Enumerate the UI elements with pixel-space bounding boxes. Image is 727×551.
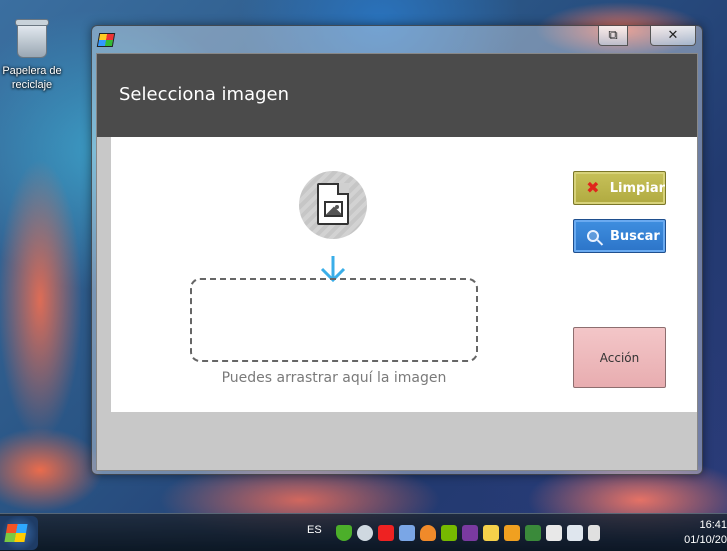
action-button[interactable]: Acción: [573, 327, 666, 388]
clock[interactable]: 16:41 01/10/20: [671, 518, 727, 548]
system-tray: [336, 525, 600, 541]
shield-icon[interactable]: [336, 525, 352, 541]
x-icon: ✖: [586, 178, 600, 197]
clear-button-label: Limpiar: [609, 180, 665, 196]
flame-icon[interactable]: [420, 525, 436, 541]
search-button[interactable]: Buscar: [573, 219, 666, 253]
notes-icon[interactable]: [462, 525, 478, 541]
header-bar: Selecciona imagen: [97, 54, 697, 137]
search-button-label: Buscar: [610, 228, 660, 244]
restore-button[interactable]: ⧉: [598, 26, 628, 46]
action-button-label: Acción: [599, 350, 640, 365]
clock-date: 01/10/20: [684, 534, 727, 546]
page-title: Selecciona imagen: [119, 84, 290, 105]
recycle-bin-shortcut[interactable]: Papelera de reciclaje: [0, 19, 64, 92]
language-indicator[interactable]: ES: [307, 524, 322, 536]
window-client: Selecciona imagen Puedes arrastrar aquí …: [96, 53, 698, 471]
clock-time: 16:41: [699, 519, 727, 531]
app-window: ⧉ ✕ Selecciona imagen Puedes arrastrar a…: [91, 25, 703, 475]
antivirus-icon[interactable]: [378, 525, 394, 541]
image-file-icon: [317, 183, 349, 225]
taskbar: ES 16:41 01/10/20: [0, 513, 727, 551]
recycle-bin-label: Papelera de reciclaje: [2, 65, 62, 91]
app-icon-tray[interactable]: [399, 525, 415, 541]
app-icon[interactable]: [96, 33, 116, 47]
speaker-icon[interactable]: [588, 525, 600, 541]
check-icon[interactable]: [525, 525, 541, 541]
recycle-bin-icon: [15, 19, 49, 58]
start-button[interactable]: [0, 516, 38, 550]
clear-button[interactable]: ✖ Limpiar: [573, 171, 666, 205]
magnifier-icon: [584, 227, 602, 245]
close-button[interactable]: ✕: [650, 26, 696, 46]
mail-icon[interactable]: [483, 525, 499, 541]
image-placeholder: [299, 171, 367, 239]
network-icon[interactable]: [357, 525, 373, 541]
screen-icon[interactable]: [567, 525, 583, 541]
image-drop-zone[interactable]: [190, 278, 478, 362]
nvidia-icon[interactable]: [441, 525, 457, 541]
drop-hint-text: Puedes arrastrar aquí la imagen: [221, 370, 447, 386]
content-panel: Puedes arrastrar aquí la imagen ✖ Limpia…: [111, 137, 697, 412]
windows-logo-icon: [4, 524, 28, 542]
flag-icon[interactable]: [546, 525, 562, 541]
picture-icon: [324, 201, 343, 217]
outlook-icon[interactable]: [504, 525, 520, 541]
